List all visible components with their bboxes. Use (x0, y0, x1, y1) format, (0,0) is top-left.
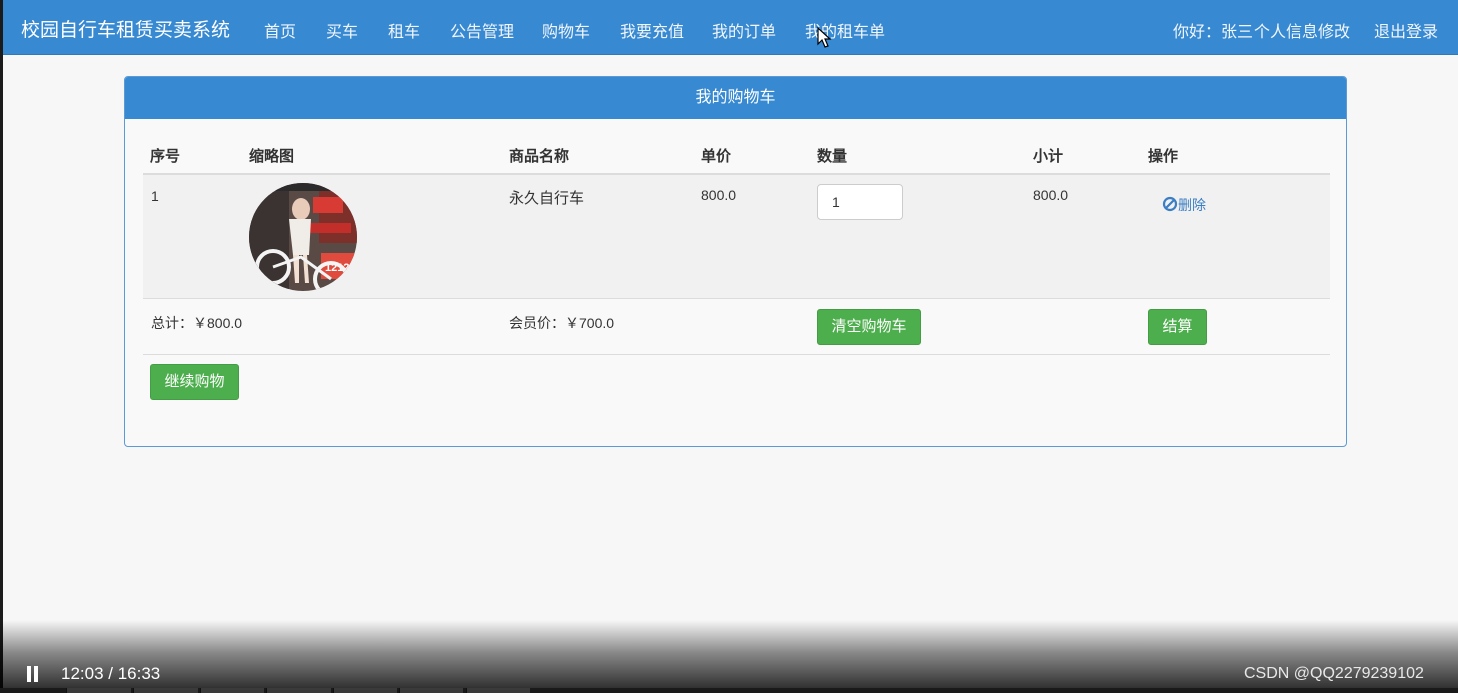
row-subtotal: 800.0 (1033, 187, 1069, 203)
mouse-cursor-icon (817, 27, 832, 48)
member-price: 会员价：￥700.0 (509, 315, 615, 331)
nav-buy-bike[interactable]: 买车 (326, 18, 358, 42)
app-window: 校园自行车租赁买卖系统 首页 买车 租车 公告管理 购物车 我要充值 我的订单 … (0, 0, 1458, 693)
nav-profile-edit[interactable]: 个人信息修改 (1254, 18, 1350, 42)
site-brand[interactable]: 校园自行车租赁买卖系统 (21, 15, 230, 42)
chapter-segment (466, 688, 530, 693)
nav-rent-bike[interactable]: 租车 (388, 18, 420, 42)
col-header-thumbnail: 缩略图 (249, 148, 295, 165)
video-controls-overlay (0, 620, 1458, 693)
nav-home[interactable]: 首页 (264, 18, 296, 42)
divider (143, 354, 1330, 355)
col-header-index: 序号 (150, 148, 181, 165)
pause-icon[interactable] (25, 666, 39, 682)
product-thumbnail: 1212 (249, 183, 357, 291)
panel-title: 我的购物车 (125, 77, 1346, 119)
chapter-segment (399, 688, 463, 693)
col-header-price: 单价 (701, 148, 732, 165)
cart-total: 总计：￥800.0 (151, 315, 243, 331)
nav-logout[interactable]: 退出登录 (1374, 18, 1438, 42)
quantity-input[interactable] (817, 184, 903, 220)
delete-label: 删除 (1178, 197, 1206, 213)
window-edge (0, 0, 3, 693)
chapter-segment (333, 688, 397, 693)
ban-icon (1162, 196, 1178, 212)
nav-recharge[interactable]: 我要充值 (620, 18, 684, 42)
clear-cart-button[interactable]: 清空购物车 (817, 309, 921, 345)
cart-panel: 我的购物车 序号 缩略图 商品名称 单价 数量 小计 操作 1 1212 永久自… (124, 76, 1347, 447)
chapter-segment (133, 688, 198, 693)
nav-announcements[interactable]: 公告管理 (450, 18, 514, 42)
col-header-subtotal: 小计 (1033, 148, 1064, 165)
nav-my-orders[interactable]: 我的订单 (712, 18, 776, 42)
delete-item-link[interactable]: 删除 (1162, 195, 1206, 215)
top-navbar: 校园自行车租赁买卖系统 首页 买车 租车 公告管理 购物车 我要充值 我的订单 … (3, 0, 1458, 55)
csdn-watermark: CSDN @QQ2279239102 (1244, 665, 1424, 682)
product-name[interactable]: 永久自行车 (509, 187, 584, 208)
row-index: 1 (151, 188, 159, 204)
col-header-quantity: 数量 (817, 148, 848, 165)
continue-shopping-button[interactable]: 继续购物 (150, 364, 239, 400)
col-header-name: 商品名称 (509, 148, 570, 165)
chapter-segment (66, 688, 131, 693)
chapter-segment (200, 688, 264, 693)
checkout-button[interactable]: 结算 (1148, 309, 1207, 345)
product-price: 800.0 (701, 187, 737, 203)
playback-time: 12:03 / 16:33 (61, 664, 161, 683)
chapter-segment (266, 688, 331, 693)
user-greeting: 你好：张三 (1173, 24, 1254, 41)
col-header-actions: 操作 (1148, 148, 1179, 165)
nav-cart[interactable]: 购物车 (542, 18, 590, 42)
